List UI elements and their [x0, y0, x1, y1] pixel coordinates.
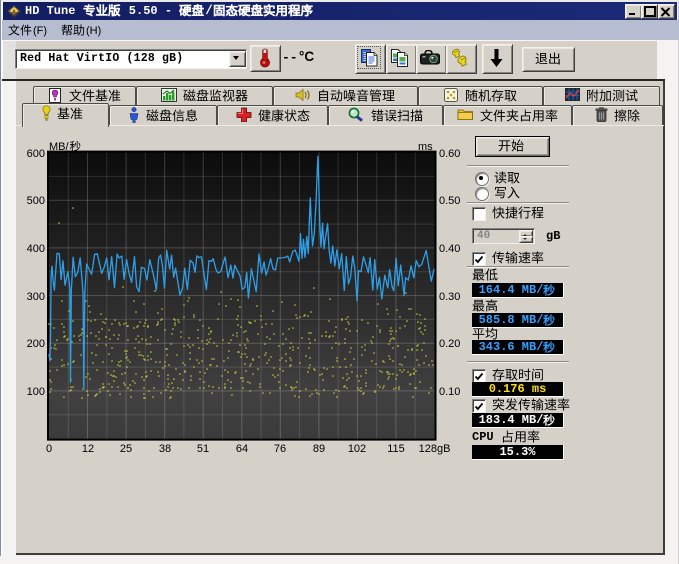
- svg-text:51: 51: [197, 443, 209, 455]
- svg-text:0: 0: [46, 443, 52, 455]
- svg-text:0.40: 0.40: [439, 243, 460, 255]
- svg-text:0.50: 0.50: [439, 195, 460, 207]
- svg-text:12: 12: [82, 443, 94, 455]
- svg-text:115: 115: [387, 443, 405, 455]
- svg-text:200: 200: [27, 338, 45, 350]
- svg-text:102: 102: [348, 443, 366, 455]
- svg-text:64: 64: [236, 443, 248, 455]
- svg-text:76: 76: [274, 443, 286, 455]
- svg-text:25: 25: [120, 443, 132, 455]
- svg-text:0.30: 0.30: [439, 291, 460, 303]
- svg-text:300: 300: [27, 291, 45, 303]
- svg-text:MB/: MB/: [49, 141, 70, 153]
- svg-text:38: 38: [159, 443, 171, 455]
- svg-text:89: 89: [313, 443, 325, 455]
- svg-text:ms: ms: [418, 141, 433, 153]
- svg-text:100: 100: [27, 386, 45, 398]
- svg-text:400: 400: [27, 243, 45, 255]
- svg-text:600: 600: [27, 148, 45, 160]
- svg-text:0.60: 0.60: [439, 148, 460, 160]
- svg-text:128gB: 128gB: [419, 443, 451, 455]
- svg-text:0.10: 0.10: [439, 386, 460, 398]
- svg-text:0.20: 0.20: [439, 338, 460, 350]
- svg-text:500: 500: [27, 195, 45, 207]
